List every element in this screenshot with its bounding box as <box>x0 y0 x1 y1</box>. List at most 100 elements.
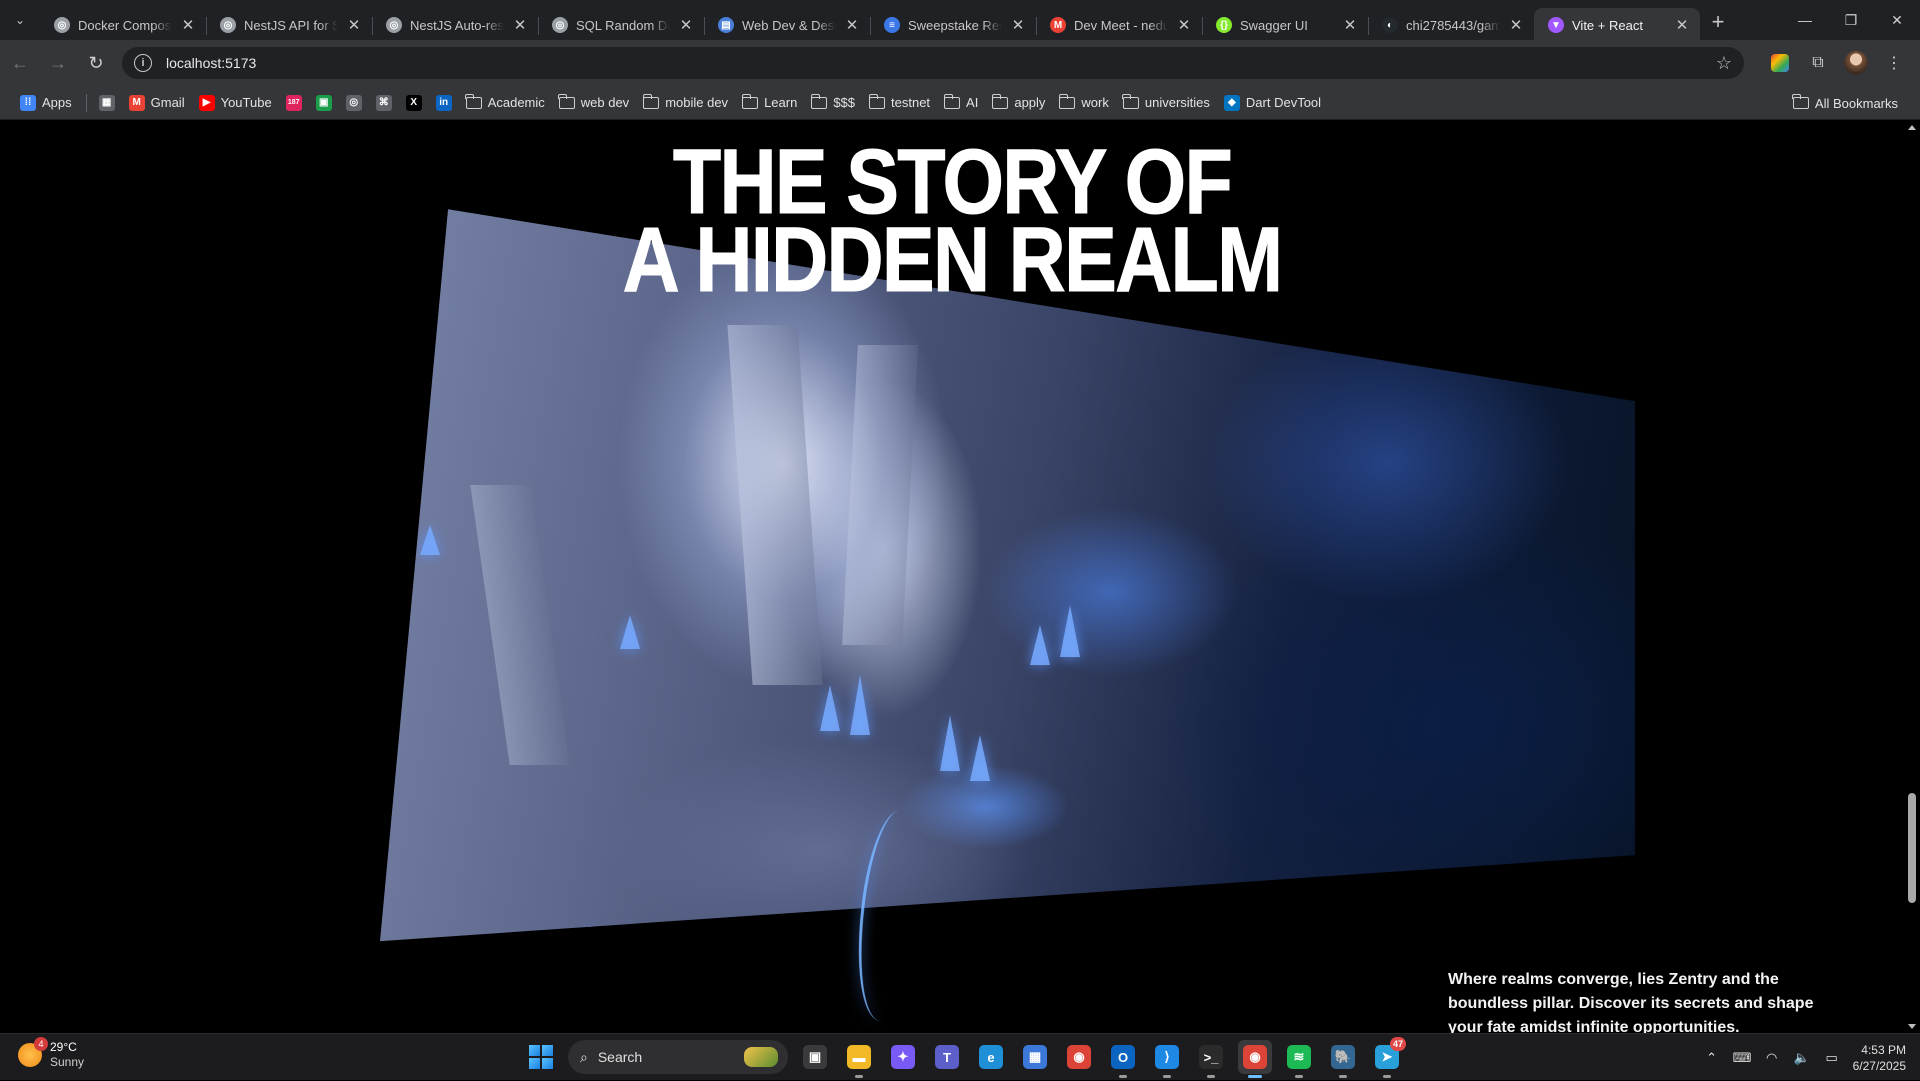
store-icon[interactable]: ▦ <box>1018 1040 1052 1074</box>
chevron-up-icon[interactable]: ⌃ <box>1703 1050 1721 1066</box>
bookmark-item[interactable]: universities <box>1117 89 1216 117</box>
wifi-icon[interactable]: ◠ <box>1763 1050 1781 1066</box>
bookmark-item[interactable]: Learn <box>736 89 803 117</box>
bookmark-item[interactable]: ◎ <box>340 89 368 117</box>
all-bookmarks[interactable]: All Bookmarks <box>1787 89 1904 117</box>
close-icon[interactable]: ✕ <box>1674 16 1690 34</box>
weather-widget[interactable]: 4 29°C Sunny <box>18 1037 84 1070</box>
tab-strip: ⌄ ◎ Docker Compose ✕ ◎ NestJS API for Sw ✕ ◎ Ne… <box>0 0 1920 42</box>
task-view-icon[interactable]: ▣ <box>798 1040 832 1074</box>
copilot-icon[interactable]: ✦ <box>886 1040 920 1074</box>
scroll-down-arrow-icon[interactable] <box>1908 1024 1916 1029</box>
close-icon[interactable]: ✕ <box>1508 16 1524 34</box>
close-icon[interactable]: ✕ <box>844 16 860 34</box>
bookmark-item[interactable]: M Gmail <box>123 89 191 117</box>
arrow-left-icon: ← <box>11 52 29 73</box>
forward-button[interactable]: → <box>40 45 76 81</box>
browser-tab[interactable]: ◎ NestJS API for Sw ✕ <box>206 8 372 42</box>
bookmark-item[interactable]: $$$ <box>805 89 861 117</box>
close-icon[interactable]: ✕ <box>180 16 196 34</box>
vite-icon: ▼ <box>1548 17 1564 33</box>
bookmark-item[interactable]: ▣ <box>310 89 338 117</box>
folder-icon <box>558 93 575 109</box>
tab-search-button[interactable]: ⌄ <box>0 0 40 40</box>
browser-tab[interactable]: ◎ NestJS Auto-resta ✕ <box>372 8 538 42</box>
openai-icon: ◎ <box>345 94 362 111</box>
chrome-icon[interactable]: ◉ <box>1062 1040 1096 1074</box>
browser-tab[interactable]: ◐ chi2785443/game ✕ <box>1368 8 1534 42</box>
bookmark-item[interactable]: ◆ Dart DevTool <box>1218 89 1327 117</box>
bookmark-item[interactable]: web dev <box>553 89 635 117</box>
extension-colorful-icon[interactable] <box>1771 54 1789 72</box>
browser-tab[interactable]: M Dev Meet - nedu ✕ <box>1036 8 1202 42</box>
bookmark-star-icon[interactable]: ☆ <box>1716 53 1732 74</box>
bookmark-label: work <box>1081 95 1109 110</box>
taskbar-search[interactable]: ⌕ Search <box>568 1040 788 1074</box>
bookmark-item[interactable]: ▶ YouTube <box>193 89 278 117</box>
scroll-thumb[interactable] <box>1908 793 1916 903</box>
extensions-puzzle-icon[interactable]: ⧉ <box>1802 47 1834 79</box>
close-icon[interactable]: ✕ <box>678 16 694 34</box>
browser-tab[interactable]: ≡ Sweepstake Resul ✕ <box>870 8 1036 42</box>
bookmark-item[interactable]: X <box>400 89 428 117</box>
close-icon[interactable]: ✕ <box>512 16 528 34</box>
bookmark-item[interactable]: AI <box>938 89 984 117</box>
volume-icon[interactable]: 🔈 <box>1793 1050 1811 1066</box>
new-tab-button[interactable]: + <box>1700 4 1736 40</box>
battery-icon[interactable]: ▭ <box>1823 1050 1841 1066</box>
crystal <box>820 685 840 731</box>
terminal-icon[interactable]: >_ <box>1194 1040 1228 1078</box>
browser-tab[interactable]: ◎ Docker Compose ✕ <box>40 8 206 42</box>
bookmark-item[interactable]: in <box>430 89 458 117</box>
bookmark-item[interactable]: mobile dev <box>637 89 734 117</box>
crystal <box>420 525 440 555</box>
browser-tab[interactable]: ▤ Web Dev & Desig ✕ <box>704 8 870 42</box>
edge-icon[interactable]: e <box>974 1040 1008 1074</box>
minimize-button[interactable]: — <box>1782 0 1828 40</box>
bookmark-label: web dev <box>580 95 630 110</box>
close-icon[interactable]: ✕ <box>1176 16 1192 34</box>
bookmark-item[interactable]: work <box>1053 89 1114 117</box>
google-apps-icon: ▦ <box>98 94 115 111</box>
dart-icon: ◆ <box>1223 94 1240 111</box>
close-icon[interactable]: ✕ <box>1342 16 1358 34</box>
bookmark-item[interactable]: ⌘ <box>370 89 398 117</box>
close-icon[interactable]: ✕ <box>1010 16 1026 34</box>
keyboard-icon[interactable]: ⌨ <box>1733 1050 1752 1066</box>
bookmark-item[interactable]: testnet <box>863 89 936 117</box>
teams-icon[interactable]: T <box>930 1040 964 1074</box>
address-bar[interactable]: i localhost:5173 ☆ <box>122 47 1744 79</box>
close-icon[interactable]: ✕ <box>346 16 362 34</box>
browser-tab[interactable]: {} Swagger UI ✕ <box>1202 8 1368 42</box>
bookmark-item[interactable]: ▦ <box>93 89 121 117</box>
close-window-button[interactable]: ✕ <box>1874 0 1920 40</box>
openai-icon: ◎ <box>220 17 236 33</box>
profile-avatar[interactable] <box>1840 47 1872 79</box>
openai-icon: ◎ <box>552 17 568 33</box>
chrome-profile-icon[interactable]: ◉ <box>1238 1040 1272 1078</box>
restore-button[interactable]: ❐ <box>1828 0 1874 40</box>
bookmark-item[interactable]: 187 <box>280 89 308 117</box>
tab-title: Web Dev & Desig <box>742 17 836 33</box>
start-button[interactable] <box>524 1040 558 1074</box>
vscode-icon[interactable]: ⟩ <box>1150 1040 1184 1078</box>
bookmark-item[interactable]: ⁞⁞ Apps <box>14 89 78 117</box>
menu-kebab-icon[interactable]: ⋮ <box>1878 47 1910 79</box>
spotify-icon[interactable]: ≋ <box>1282 1040 1316 1078</box>
back-button[interactable]: ← <box>2 45 38 81</box>
scroll-up-arrow-icon[interactable] <box>1908 125 1916 130</box>
bookmark-item[interactable]: apply <box>986 89 1051 117</box>
file-explorer-icon[interactable]: ▬ <box>842 1040 876 1078</box>
site-info-icon[interactable]: i <box>134 54 152 72</box>
page-scrollbar[interactable] <box>1904 121 1920 1033</box>
telegram-icon[interactable]: ➤ 47 <box>1370 1037 1406 1078</box>
outlook-icon[interactable]: O <box>1106 1040 1140 1078</box>
clock[interactable]: 4:53 PM 6/27/2025 <box>1853 1042 1906 1074</box>
bookmark-item[interactable]: Academic <box>460 89 551 117</box>
browser-tab[interactable]: ◎ SQL Random Dat ✕ <box>538 8 704 42</box>
search-label: Search <box>597 1049 643 1065</box>
gmail-icon: M <box>128 94 145 111</box>
postgres-icon[interactable]: 🐘 <box>1326 1040 1360 1078</box>
browser-tab[interactable]: ▼ Vite + React ✕ <box>1534 8 1700 42</box>
reload-button[interactable]: ↻ <box>78 45 114 81</box>
